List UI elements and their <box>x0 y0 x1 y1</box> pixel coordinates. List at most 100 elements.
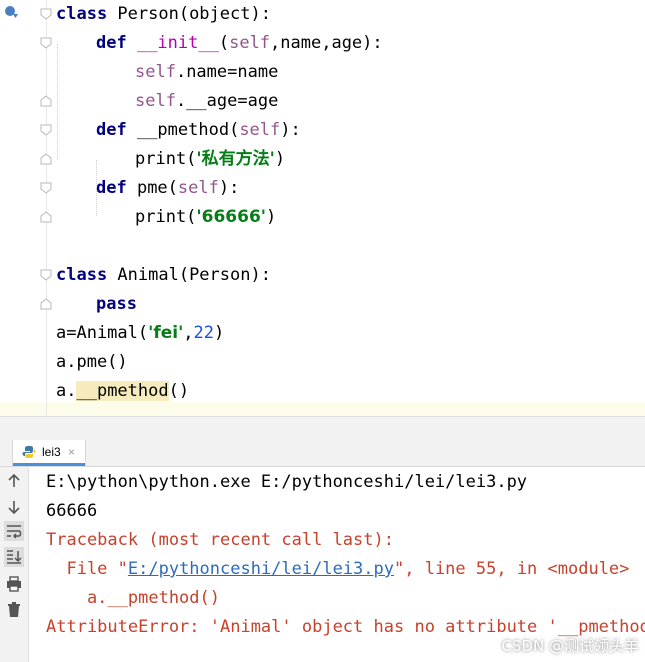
code-text: self.__age=age <box>135 87 278 116</box>
string-token: '66666' <box>196 207 266 227</box>
code-token: .__age=age <box>175 91 279 111</box>
keyword-token: pass <box>96 294 137 314</box>
code-line[interactable]: a.__pmethod() <box>0 377 645 406</box>
console-line: E:\python\python.exe E:/pythonceshi/lei/… <box>46 468 527 497</box>
arrow-down-icon[interactable] <box>4 497 24 517</box>
code-token: __init__ <box>126 33 219 53</box>
code-token: print( <box>135 149 197 169</box>
code-token: ) <box>274 149 286 169</box>
code-text: self.name=name <box>135 58 278 87</box>
code-token: Person(object): <box>107 4 271 24</box>
fold-open-icon[interactable] <box>40 124 52 136</box>
console-line: File "E:/pythonceshi/lei/lei3.py", line … <box>46 555 629 584</box>
console-line: Traceback (most recent call last): <box>46 526 394 555</box>
fold-open-icon[interactable] <box>40 37 52 49</box>
code-token: a. <box>56 381 77 401</box>
code-text: class Animal(Person): <box>56 261 271 290</box>
code-token: .name=name <box>175 62 279 82</box>
keyword-token: def <box>96 33 127 53</box>
code-token: , <box>183 323 194 343</box>
code-text: a=Animal('fei',22) <box>56 319 224 348</box>
string-token: '私有方法' <box>196 149 275 169</box>
fold-end-icon[interactable] <box>40 153 52 165</box>
code-token: a.pme() <box>56 352 128 372</box>
print-icon[interactable] <box>4 574 24 594</box>
code-token: ) <box>265 207 277 227</box>
soft-wrap-icon[interactable] <box>4 521 24 541</box>
code-token: a=Animal( <box>56 323 149 343</box>
code-line[interactable]: self.__age=age <box>0 87 645 116</box>
code-line[interactable] <box>0 232 645 261</box>
console-text: AttributeError: 'Animal' object has no a… <box>46 617 645 637</box>
code-token: self <box>229 33 271 53</box>
code-text: def __init__(self,name,age): <box>96 29 383 58</box>
code-line[interactable]: self.name=name <box>0 58 645 87</box>
run-console[interactable]: E:\python\python.exe E:/pythonceshi/lei/… <box>0 467 645 662</box>
arrow-up-icon[interactable] <box>4 471 24 491</box>
file-link[interactable]: E:/pythonceshi/lei/lei3.py <box>128 559 394 579</box>
string-token: 'fei' <box>148 323 184 343</box>
console-text: E:\python\python.exe E:/pythonceshi/lei/… <box>46 472 528 492</box>
console-line: 66666 <box>46 497 97 526</box>
console-text: Traceback (most recent call last): <box>46 530 394 550</box>
code-token: ): <box>218 178 240 198</box>
code-text: pass <box>96 290 137 319</box>
fold-end-icon[interactable] <box>40 95 52 107</box>
code-token: print( <box>135 207 197 227</box>
indent-guide <box>96 160 97 216</box>
code-text: a.__pmethod() <box>56 377 189 406</box>
keyword-token: class <box>56 265 108 285</box>
python-file-icon <box>22 446 36 458</box>
console-text: File " <box>46 559 128 579</box>
console-text: ", line 55, in <module> <box>394 559 630 579</box>
code-token: __pmethod( <box>126 120 240 140</box>
code-token: pme( <box>126 178 178 198</box>
panel-divider[interactable] <box>0 416 645 441</box>
code-token: ) <box>214 323 225 343</box>
keyword-token: def <box>96 178 127 198</box>
code-text: def __pmethod(self): <box>96 116 301 145</box>
console-toolstrip <box>0 467 29 662</box>
code-line[interactable]: pass <box>0 290 645 319</box>
code-token: __pmethod <box>76 381 169 401</box>
code-line[interactable]: a=Animal('fei',22) <box>0 319 645 348</box>
code-editor[interactable]: class Person(object): def __init__(self,n… <box>0 0 645 416</box>
scroll-to-end-icon[interactable] <box>4 547 24 567</box>
code-text: def pme(self): <box>96 174 239 203</box>
code-token: self <box>135 91 176 111</box>
fold-open-icon[interactable] <box>40 182 52 194</box>
tab-lei3[interactable]: lei3 × <box>12 440 86 466</box>
code-line[interactable]: class Person(object): <box>0 0 645 29</box>
code-token: Animal(Person): <box>107 265 271 285</box>
code-text: print('私有方法') <box>135 145 285 174</box>
code-token: ( <box>218 33 230 53</box>
watermark: CSDN @测试领头羊 <box>501 637 639 655</box>
code-token: 22 <box>193 323 215 343</box>
code-token: ): <box>280 120 301 140</box>
trash-icon[interactable] <box>4 600 24 620</box>
fold-end-icon[interactable] <box>40 298 52 310</box>
code-token: ,name,age): <box>270 33 383 53</box>
keyword-token: def <box>96 120 127 140</box>
close-icon[interactable]: × <box>68 445 75 459</box>
console-line: a.__pmethod() <box>46 584 220 613</box>
code-line[interactable]: a.pme() <box>0 348 645 377</box>
run-tab-bar: lei3 × <box>0 440 645 467</box>
code-token: () <box>168 381 190 401</box>
code-line[interactable]: def __pmethod(self): <box>0 116 645 145</box>
code-text: class Person(object): <box>56 0 271 29</box>
fold-open-icon[interactable] <box>40 8 52 20</box>
indent-guide <box>57 44 58 160</box>
code-line[interactable]: def __init__(self,name,age): <box>0 29 645 58</box>
code-token: self <box>135 62 176 82</box>
code-line[interactable]: class Animal(Person): <box>0 261 645 290</box>
fold-end-icon[interactable] <box>40 211 52 223</box>
tab-label: lei3 <box>42 445 61 459</box>
console-text: a.__pmethod() <box>46 588 220 608</box>
code-token: self <box>239 120 281 140</box>
console-text: 66666 <box>46 501 98 521</box>
active-tab-indicator <box>13 463 85 466</box>
code-text: a.pme() <box>56 348 128 377</box>
fold-open-icon[interactable] <box>40 269 52 281</box>
keyword-token: class <box>56 4 108 24</box>
